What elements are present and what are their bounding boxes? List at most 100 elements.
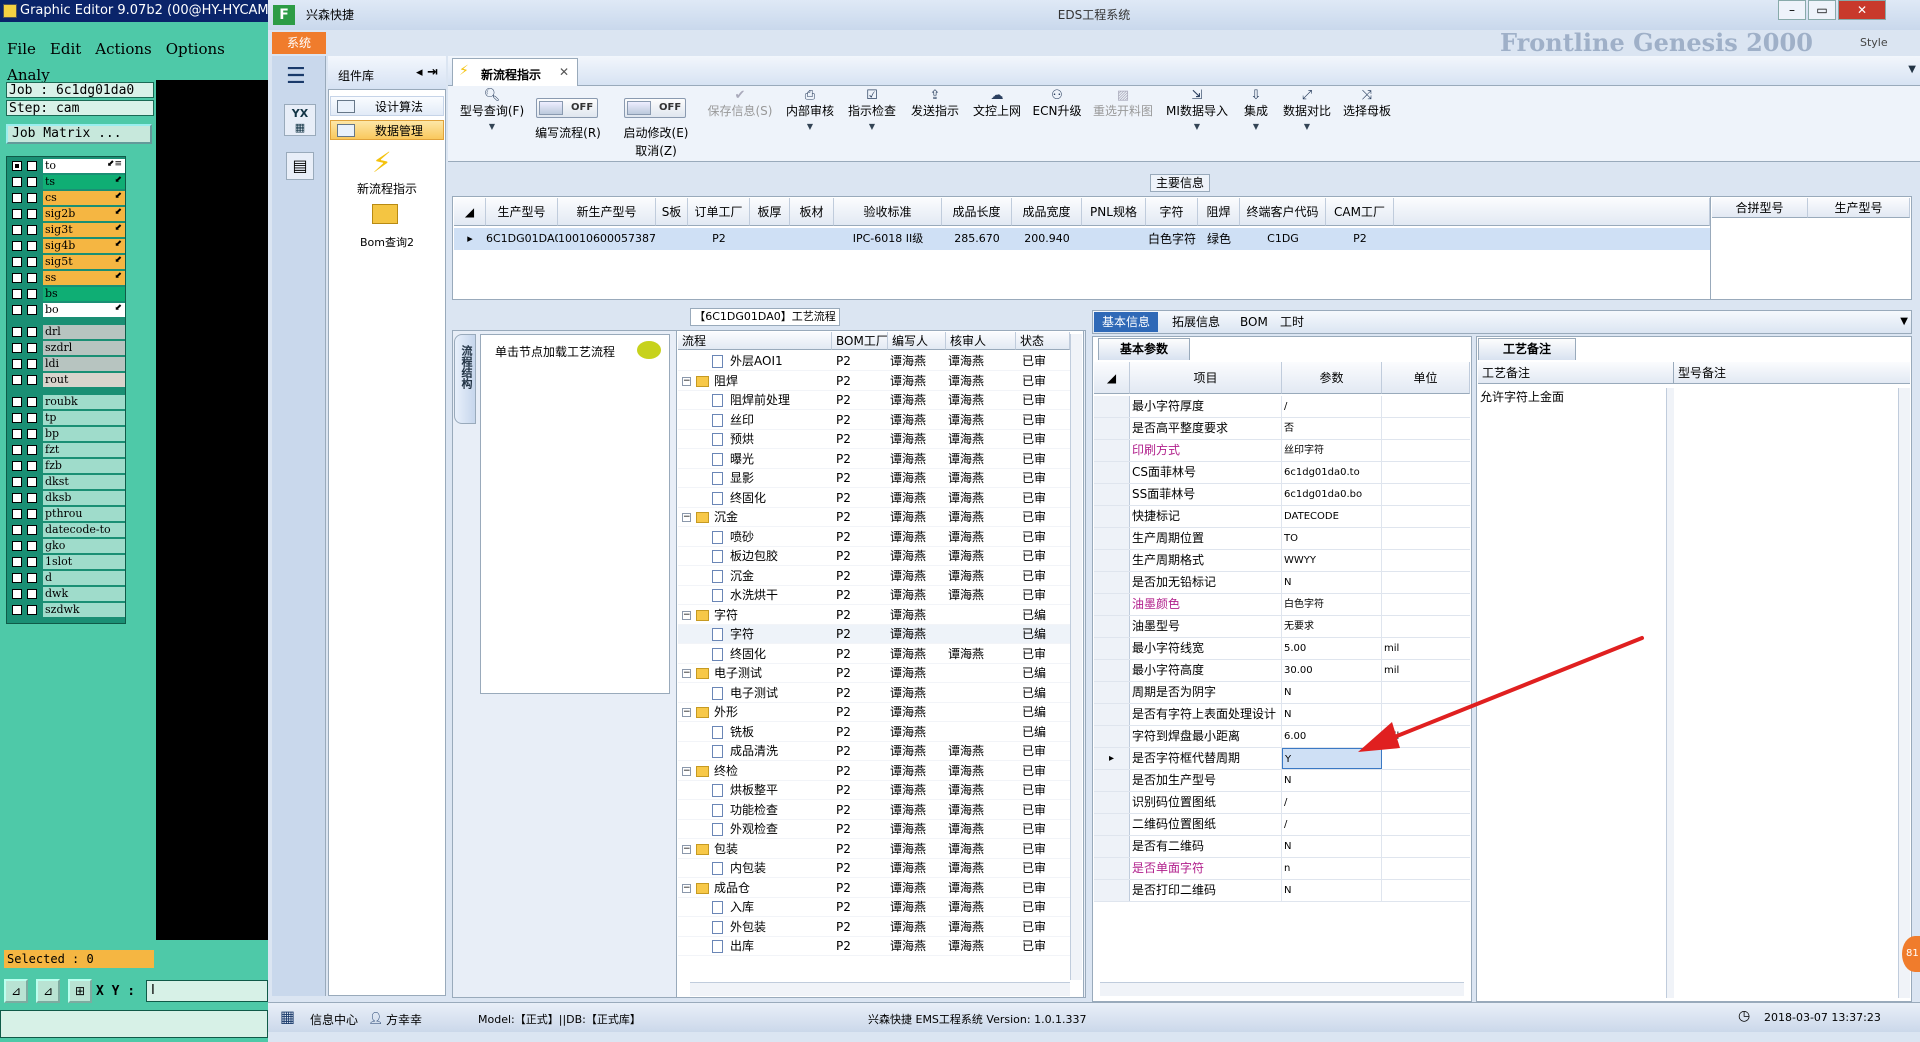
- flow-row[interactable]: 板边包胶 P2 谭海燕 谭海燕 已审: [678, 547, 1070, 566]
- expand-toggle-icon[interactable]: −: [682, 844, 691, 854]
- collapse-arrow-icon[interactable]: ◂ ⇥: [416, 65, 438, 80]
- flow-row[interactable]: 曝光 P2 谭海燕 谭海燕 已审: [678, 450, 1070, 469]
- cancel-label[interactable]: 取消(Z): [616, 142, 696, 159]
- grid-header[interactable]: S板: [656, 198, 688, 226]
- tab-work-hours[interactable]: 工时: [1272, 312, 1312, 332]
- param-value[interactable]: 否: [1282, 418, 1382, 439]
- grid-header[interactable]: 订单工厂: [688, 198, 750, 226]
- grid-header[interactable]: 成品长度: [942, 198, 1012, 226]
- grid-icon[interactable]: ⊞: [68, 979, 92, 1003]
- layer-item[interactable]: fzb: [9, 459, 125, 474]
- layer-item[interactable]: rout: [9, 373, 125, 388]
- layer-item[interactable]: d: [9, 571, 125, 586]
- param-value[interactable]: /: [1282, 814, 1382, 835]
- flow-row[interactable]: 终固化 P2 谭海燕 谭海燕 已审: [678, 489, 1070, 508]
- param-value[interactable]: N: [1282, 770, 1382, 791]
- param-row[interactable]: 识别码位置图纸 /: [1094, 792, 1470, 814]
- tab-basic-params[interactable]: 基本参数: [1098, 338, 1190, 360]
- layer-visibility-box[interactable]: [27, 573, 37, 583]
- flow-row[interactable]: 外层AOI1 P2 谭海燕 谭海燕 已审: [678, 352, 1070, 371]
- maximize-icon[interactable]: ▭: [1808, 0, 1836, 20]
- layer-checkbox[interactable]: [12, 429, 22, 439]
- menu-file[interactable]: File: [0, 36, 43, 62]
- flow-row[interactable]: 丝印 P2 谭海燕 谭海燕 已审: [678, 411, 1070, 430]
- grid-header[interactable]: 终端客户代码: [1240, 198, 1326, 226]
- flow-row[interactable]: 入库 P2 谭海燕 谭海燕 已审: [678, 898, 1070, 917]
- flow-horizontal-scrollbar[interactable]: [690, 982, 1070, 996]
- grid-header[interactable]: 生产型号: [486, 198, 558, 226]
- layer-checkbox[interactable]: [12, 493, 22, 503]
- param-value[interactable]: 白色字符: [1282, 594, 1382, 615]
- layer-item[interactable]: dksb: [9, 491, 125, 506]
- job-matrix-button[interactable]: Job Matrix ...: [6, 124, 152, 144]
- grid-header[interactable]: CAM工厂: [1326, 198, 1394, 226]
- calculator-icon[interactable]: ▤: [286, 152, 314, 180]
- tab-bom[interactable]: BOM: [1232, 312, 1276, 332]
- layer-checkbox[interactable]: [12, 375, 22, 385]
- redo-material-button[interactable]: ▨ 重选开料图: [1088, 88, 1158, 119]
- flow-row[interactable]: 水洗烘干 P2 谭海燕 谭海燕 已审: [678, 586, 1070, 605]
- layer-checkbox[interactable]: [12, 359, 22, 369]
- tab-extended-info[interactable]: 拓展信息: [1164, 312, 1228, 332]
- layer-visibility-box[interactable]: [27, 193, 37, 203]
- layer-checkbox[interactable]: [12, 289, 22, 299]
- index-check-button[interactable]: ☑ 指示检查 ▼: [842, 88, 902, 134]
- layer-visibility-box[interactable]: [27, 241, 37, 251]
- param-row[interactable]: 最小字符厚度 /: [1094, 396, 1470, 418]
- layer-checkbox[interactable]: [12, 327, 22, 337]
- doc-upload-button[interactable]: ☁ 文控上网: [968, 88, 1026, 119]
- layer-visibility-box[interactable]: [27, 509, 37, 519]
- flow-row[interactable]: 功能检查 P2 谭海燕 谭海燕 已审: [678, 801, 1070, 820]
- param-row[interactable]: 是否加生产型号 N: [1094, 770, 1470, 792]
- close-tab-icon[interactable]: ✕: [559, 65, 569, 79]
- menu-edit[interactable]: Edit: [43, 36, 88, 62]
- grid-header[interactable]: 板材: [790, 198, 834, 226]
- layer-item[interactable]: bo ⬋: [9, 303, 125, 318]
- component-design-algorithm[interactable]: 设计算法: [330, 96, 444, 116]
- layer-item[interactable]: pthrou: [9, 507, 125, 522]
- layer-visibility-box[interactable]: [27, 273, 37, 283]
- layer-checkbox[interactable]: [12, 397, 22, 407]
- zoom-icon[interactable]: ⊿: [4, 979, 28, 1003]
- grid-header[interactable]: 字符: [1146, 198, 1198, 226]
- param-header[interactable]: 单位: [1382, 362, 1470, 394]
- hamburger-icon[interactable]: ☰: [286, 64, 306, 89]
- flow-load-box[interactable]: 单击节点加载工艺流程: [480, 334, 670, 694]
- send-index-button[interactable]: ⇪ 发送指示: [906, 88, 964, 119]
- param-value[interactable]: N: [1282, 880, 1382, 901]
- flow-row[interactable]: − 电子测试 P2 谭海燕 已编: [678, 664, 1070, 683]
- select-template-button[interactable]: ⤨ 选择母板: [1338, 88, 1396, 119]
- measure-icon[interactable]: ⊿: [36, 979, 60, 1003]
- param-row[interactable]: 二维码位置图纸 /: [1094, 814, 1470, 836]
- flow-row[interactable]: 铣板 P2 谭海燕 已编: [678, 723, 1070, 742]
- minimize-icon[interactable]: –: [1778, 0, 1806, 20]
- layer-item[interactable]: bs: [9, 287, 125, 302]
- layer-item[interactable]: sig5t ⬋: [9, 255, 125, 270]
- flow-row[interactable]: 预烘 P2 谭海燕 谭海燕 已审: [678, 430, 1070, 449]
- param-value[interactable]: TO: [1282, 528, 1382, 549]
- close-icon[interactable]: ✕: [1838, 0, 1886, 20]
- menu-options[interactable]: Options: [159, 36, 232, 62]
- layer-item[interactable]: szdwk: [9, 603, 125, 618]
- layer-visibility-box[interactable]: [27, 209, 37, 219]
- layer-visibility-box[interactable]: [27, 289, 37, 299]
- layer-checkbox[interactable]: [12, 525, 22, 535]
- layer-visibility-box[interactable]: [27, 461, 37, 471]
- flow-header[interactable]: 核审人: [946, 332, 1016, 350]
- flow-row[interactable]: 出库 P2 谭海燕 谭海燕 已审: [678, 937, 1070, 956]
- flow-row[interactable]: − 沉金 P2 谭海燕 谭海燕 已审: [678, 508, 1070, 527]
- flow-header[interactable]: 状态: [1016, 332, 1070, 350]
- layer-item[interactable]: bp: [9, 427, 125, 442]
- folder-icon[interactable]: [372, 204, 398, 224]
- ecn-upgrade-button[interactable]: ⚇ ECN升级: [1030, 88, 1084, 119]
- layer-checkbox[interactable]: [12, 177, 22, 187]
- flow-row[interactable]: − 成品仓 P2 谭海燕 谭海燕 已审: [678, 879, 1070, 898]
- param-value[interactable]: /: [1282, 792, 1382, 813]
- flow-row[interactable]: 喷砂 P2 谭海燕 谭海燕 已审: [678, 528, 1070, 547]
- layer-visibility-box[interactable]: [27, 477, 37, 487]
- grid-header[interactable]: 新生产型号: [558, 198, 656, 226]
- flow-row[interactable]: − 阻焊 P2 谭海燕 谭海燕 已审: [678, 372, 1070, 391]
- param-value[interactable]: /: [1282, 396, 1382, 417]
- save-info-button[interactable]: ✔ 保存信息(S): [702, 88, 778, 119]
- expand-toggle-icon[interactable]: −: [682, 669, 691, 678]
